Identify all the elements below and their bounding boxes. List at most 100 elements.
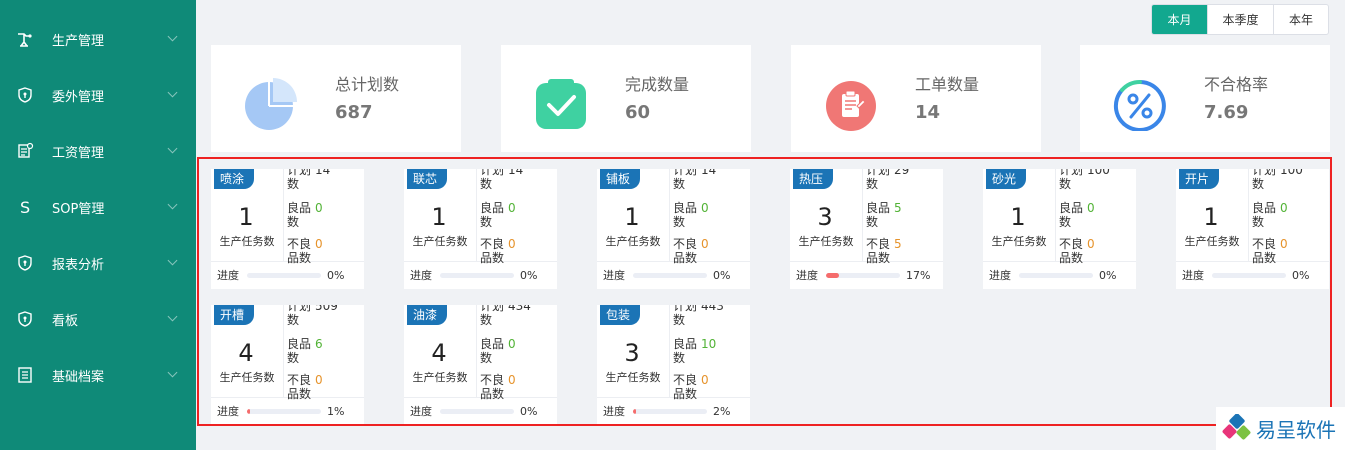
good-metric: 良品数0 [480, 337, 556, 365]
bad-value: 0 [1087, 237, 1095, 251]
good-label: 良品数 [287, 337, 312, 365]
task-count: 4 [431, 339, 447, 367]
task-count-label: 生产任务数 [412, 371, 468, 384]
sidebar-item-label: SOP管理 [52, 201, 105, 217]
process-card[interactable]: 喷涂 1 生产任务数 计划数14 良品数0 不良品数0 进度 0% [211, 169, 364, 289]
bad-metric: 不良品数0 [1059, 237, 1135, 265]
progress-row: 进度 2% [603, 404, 748, 419]
bad-metric: 不良品数0 [480, 373, 556, 401]
plan-value: 100 [1087, 169, 1110, 177]
process-card[interactable]: 热压 3 生产任务数 计划数29 良品数5 不良品数5 进度 17% [790, 169, 943, 289]
plan-metric: 计划数100 [1252, 169, 1328, 191]
plan-value: 14 [701, 169, 717, 177]
progress-row: 进度 0% [1182, 268, 1327, 283]
card-divider [862, 169, 863, 261]
good-metric: 良品数5 [866, 201, 942, 229]
progress-percent: 0% [520, 268, 538, 282]
card-divider [283, 169, 284, 261]
bad-metric: 不良品数0 [673, 237, 749, 265]
progress-percent: 1% [327, 404, 345, 418]
process-card[interactable]: 开片 1 生产任务数 计划数100 良品数0 不良品数0 进度 0% [1176, 169, 1329, 289]
plan-label: 计划数 [287, 305, 312, 327]
tab-this-year[interactable]: 本年 [1273, 5, 1328, 34]
process-card[interactable]: 铺板 1 生产任务数 计划数14 良品数0 不良品数0 进度 0% [597, 169, 750, 289]
process-card[interactable]: 联芯 1 生产任务数 计划数14 良品数0 不良品数0 进度 0% [404, 169, 557, 289]
plan-value: 443 [701, 305, 724, 313]
sidebar: 生产管理 委外管理 工资管理 S SOP管理 报表分析 看板 基础档案 [0, 0, 196, 450]
task-count-label: 生产任务数 [219, 235, 275, 248]
sidebar-item-label: 生产管理 [52, 33, 105, 49]
task-count-label: 生产任务数 [605, 371, 661, 384]
shield-icon [16, 310, 34, 328]
task-count-label: 生产任务数 [219, 371, 275, 384]
good-metric: 良品数0 [673, 201, 749, 229]
plan-label: 计划数 [480, 305, 505, 327]
plan-metric: 计划数100 [1059, 169, 1135, 191]
good-label: 良品数 [480, 337, 505, 365]
stat-value: 687 [335, 102, 373, 123]
good-metric: 良品数0 [1059, 201, 1135, 229]
process-card[interactable]: 开槽 4 生产任务数 计划数509 良品数6 不良品数0 进度 1% [211, 305, 364, 425]
sidebar-item-sop[interactable]: S SOP管理 [0, 187, 196, 227]
sidebar-item-kanban[interactable]: 看板 [0, 299, 196, 339]
bad-value: 0 [315, 237, 323, 251]
tab-this-quarter[interactable]: 本季度 [1207, 5, 1273, 34]
bad-value: 0 [701, 237, 709, 251]
process-card[interactable]: 油漆 4 生产任务数 计划数434 良品数0 不良品数0 进度 0% [404, 305, 557, 425]
clipboard-icon [826, 81, 876, 131]
plan-value: 14 [315, 169, 331, 177]
process-name-badge: 热压 [793, 169, 834, 189]
svg-text:S: S [20, 198, 30, 216]
process-card[interactable]: 砂光 1 生产任务数 计划数100 良品数0 不良品数0 进度 0% [983, 169, 1136, 289]
progress-percent: 2% [713, 404, 731, 418]
progress-bar [1019, 272, 1093, 278]
progress-bar [633, 272, 707, 278]
process-card[interactable]: 包装 3 生产任务数 计划数443 良品数10 不良品数0 进度 2% [597, 305, 750, 425]
good-metric: 良品数10 [673, 337, 749, 365]
chevron-down-icon [167, 255, 178, 266]
sidebar-item-production[interactable]: 生产管理 [0, 19, 196, 59]
good-label: 良品数 [1252, 201, 1277, 229]
plan-metric: 计划数443 [673, 305, 749, 327]
card-divider [476, 305, 477, 397]
process-name-badge: 包装 [600, 305, 641, 325]
plan-metric: 计划数14 [480, 169, 556, 191]
card-divider [1055, 169, 1056, 261]
sidebar-item-wages[interactable]: 工资管理 [0, 131, 196, 171]
sidebar-item-master-data[interactable]: 基础档案 [0, 355, 196, 395]
good-value: 0 [508, 337, 516, 351]
card-divider [1248, 169, 1249, 261]
bad-label: 不良品数 [866, 237, 891, 265]
sidebar-item-outsourcing[interactable]: 委外管理 [0, 75, 196, 115]
bad-label: 不良品数 [673, 373, 698, 401]
bad-label: 不良品数 [673, 237, 698, 265]
tab-this-month[interactable]: 本月 [1152, 5, 1207, 34]
check-box-icon [536, 79, 586, 129]
progress-bar [1212, 272, 1286, 278]
bad-label: 不良品数 [1252, 237, 1277, 265]
plan-label: 计划数 [287, 169, 312, 191]
process-name-badge: 开槽 [214, 305, 255, 325]
plan-metric: 计划数434 [480, 305, 556, 327]
plan-label: 计划数 [866, 169, 891, 191]
plan-metric: 计划数29 [866, 169, 942, 191]
good-label: 良品数 [1059, 201, 1084, 229]
task-count: 1 [238, 203, 254, 231]
bad-value: 5 [894, 237, 902, 251]
chevron-down-icon [167, 143, 178, 154]
bad-metric: 不良品数0 [1252, 237, 1328, 265]
brand-logo: 易呈软件 [1216, 407, 1345, 450]
sidebar-item-reports[interactable]: 报表分析 [0, 243, 196, 283]
bad-value: 0 [701, 373, 709, 387]
task-count-label: 生产任务数 [1184, 235, 1240, 248]
progress-bar [440, 272, 514, 278]
stat-card-defect-rate: 不合格率 7.69 [1080, 45, 1330, 152]
progress-bar [247, 272, 321, 278]
progress-bar [633, 408, 707, 414]
progress-percent: 0% [1292, 268, 1310, 282]
progress-row: 进度 0% [410, 404, 555, 419]
shield-icon [16, 86, 34, 104]
plan-value: 29 [894, 169, 910, 177]
progress-label: 进度 [217, 405, 239, 418]
shield-icon [16, 254, 34, 272]
